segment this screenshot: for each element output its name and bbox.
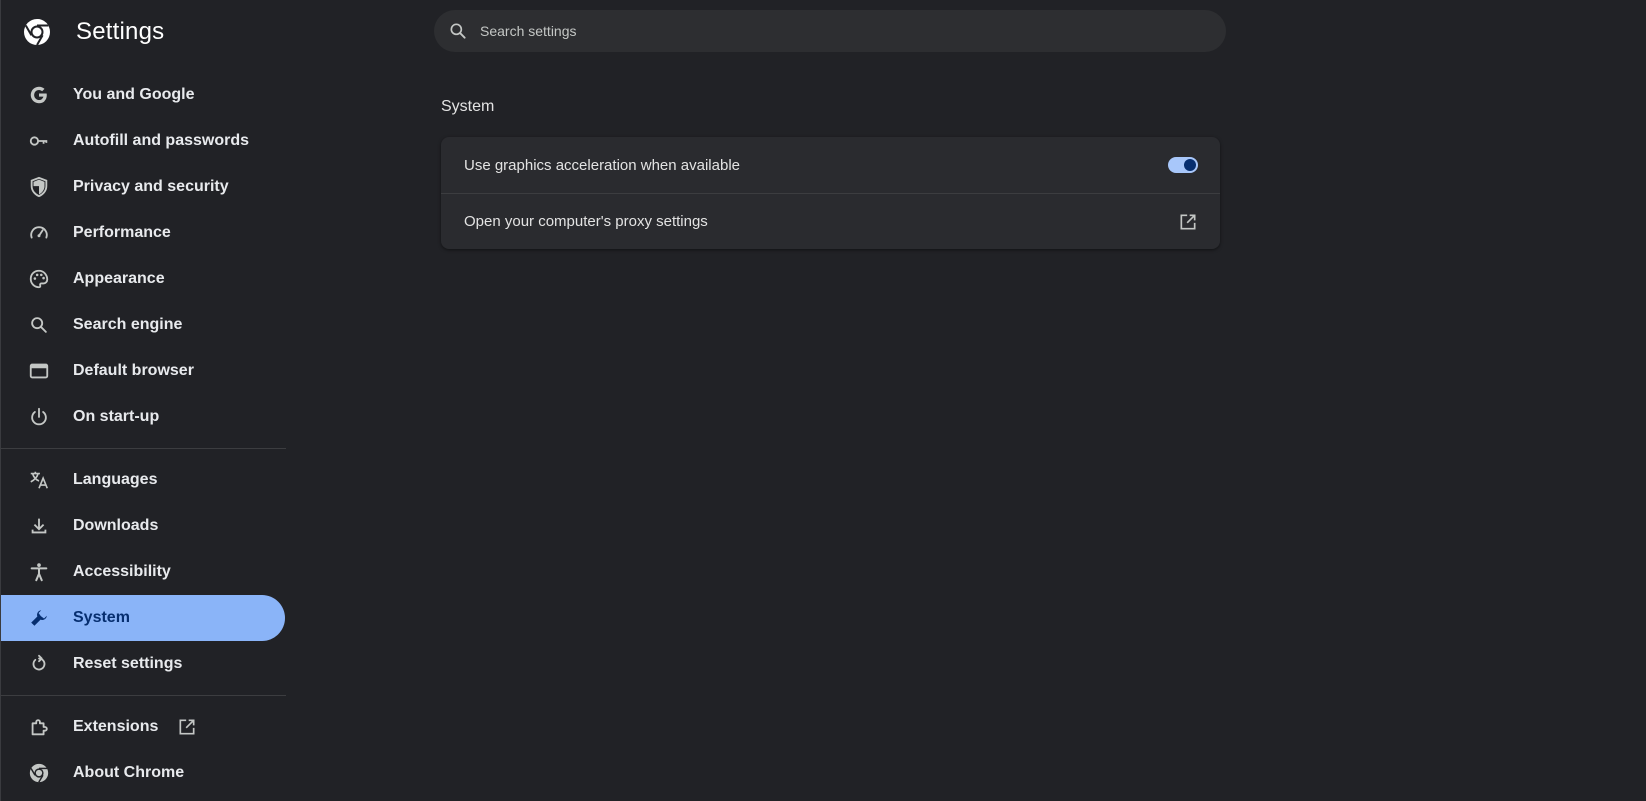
search-input[interactable] bbox=[478, 22, 1226, 40]
sidebar-nav: You and Google Autofill and passwords Pr… bbox=[0, 72, 286, 796]
sidebar-item-appearance[interactable]: Appearance bbox=[1, 256, 285, 302]
sidebar-item-label: Search engine bbox=[73, 316, 183, 333]
sidebar-item-downloads[interactable]: Downloads bbox=[1, 503, 285, 549]
sidebar-item-label: You and Google bbox=[73, 86, 195, 103]
sidebar-item-label: Accessibility bbox=[73, 563, 171, 580]
row-label: Open your computer's proxy settings bbox=[464, 213, 708, 230]
search-icon bbox=[27, 313, 51, 337]
speedometer-icon bbox=[27, 221, 51, 245]
sidebar-item-label: Reset settings bbox=[73, 655, 183, 672]
power-icon bbox=[27, 405, 51, 429]
search-bar[interactable] bbox=[434, 10, 1226, 52]
open-in-new-icon bbox=[179, 719, 195, 735]
sidebar-item-label: Languages bbox=[73, 471, 158, 488]
graphics-acceleration-row[interactable]: Use graphics acceleration when available bbox=[441, 137, 1220, 193]
chrome-logo-icon bbox=[27, 761, 51, 785]
settings-header: Settings bbox=[22, 14, 164, 50]
sidebar-item-you-and-google[interactable]: You and Google bbox=[1, 72, 285, 118]
sidebar-item-autofill[interactable]: Autofill and passwords bbox=[1, 118, 285, 164]
reset-icon bbox=[27, 652, 51, 676]
page-title: Settings bbox=[76, 18, 165, 45]
sidebar-item-languages[interactable]: Languages bbox=[1, 457, 285, 503]
sidebar-item-system[interactable]: System bbox=[1, 595, 285, 641]
toggle-knob bbox=[1184, 159, 1196, 171]
sidebar-item-label: Privacy and security bbox=[73, 178, 229, 195]
sidebar-item-label: Performance bbox=[73, 224, 171, 241]
download-icon bbox=[27, 514, 51, 538]
key-icon bbox=[27, 129, 51, 153]
graphics-acceleration-toggle[interactable] bbox=[1168, 157, 1198, 173]
accessibility-icon bbox=[27, 560, 51, 584]
settings-page: Settings You and Google Autofill and pas… bbox=[0, 0, 1646, 801]
sidebar-item-reset-settings[interactable]: Reset settings bbox=[1, 641, 285, 687]
sidebar-item-label: About Chrome bbox=[73, 764, 185, 781]
sidebar-item-extensions[interactable]: Extensions bbox=[1, 704, 285, 750]
google-g-icon bbox=[27, 83, 51, 107]
sidebar-item-label: Extensions bbox=[73, 718, 159, 735]
search-icon bbox=[450, 23, 466, 39]
sidebar-item-about-chrome[interactable]: About Chrome bbox=[1, 750, 285, 796]
sidebar-divider bbox=[0, 695, 286, 696]
row-label: Use graphics acceleration when available bbox=[464, 156, 740, 174]
sidebar-item-label: Default browser bbox=[73, 362, 194, 379]
translate-icon bbox=[27, 468, 51, 492]
sidebar-item-label: On start-up bbox=[73, 408, 160, 425]
sidebar-item-privacy[interactable]: Privacy and security bbox=[1, 164, 285, 210]
system-settings-card: Use graphics acceleration when available… bbox=[441, 137, 1220, 249]
browser-window-icon bbox=[27, 359, 51, 383]
shield-icon bbox=[27, 175, 51, 199]
puzzle-icon bbox=[27, 715, 51, 739]
palette-icon bbox=[27, 267, 51, 291]
open-in-new-icon[interactable] bbox=[1178, 212, 1198, 232]
sidebar-item-on-startup[interactable]: On start-up bbox=[1, 394, 285, 440]
proxy-settings-row[interactable]: Open your computer's proxy settings bbox=[441, 193, 1220, 249]
chrome-logo-icon bbox=[24, 18, 50, 46]
sidebar-item-default-browser[interactable]: Default browser bbox=[1, 348, 285, 394]
sidebar-item-search-engine[interactable]: Search engine bbox=[1, 302, 285, 348]
sidebar-item-label: System bbox=[73, 609, 130, 626]
sidebar-divider bbox=[0, 448, 286, 449]
sidebar-item-performance[interactable]: Performance bbox=[1, 210, 285, 256]
sidebar-item-label: Appearance bbox=[73, 270, 165, 287]
section-title: System bbox=[441, 98, 495, 115]
wrench-icon bbox=[27, 606, 51, 630]
sidebar-item-label: Autofill and passwords bbox=[73, 132, 250, 149]
sidebar-item-label: Downloads bbox=[73, 517, 159, 534]
sidebar-item-accessibility[interactable]: Accessibility bbox=[1, 549, 285, 595]
